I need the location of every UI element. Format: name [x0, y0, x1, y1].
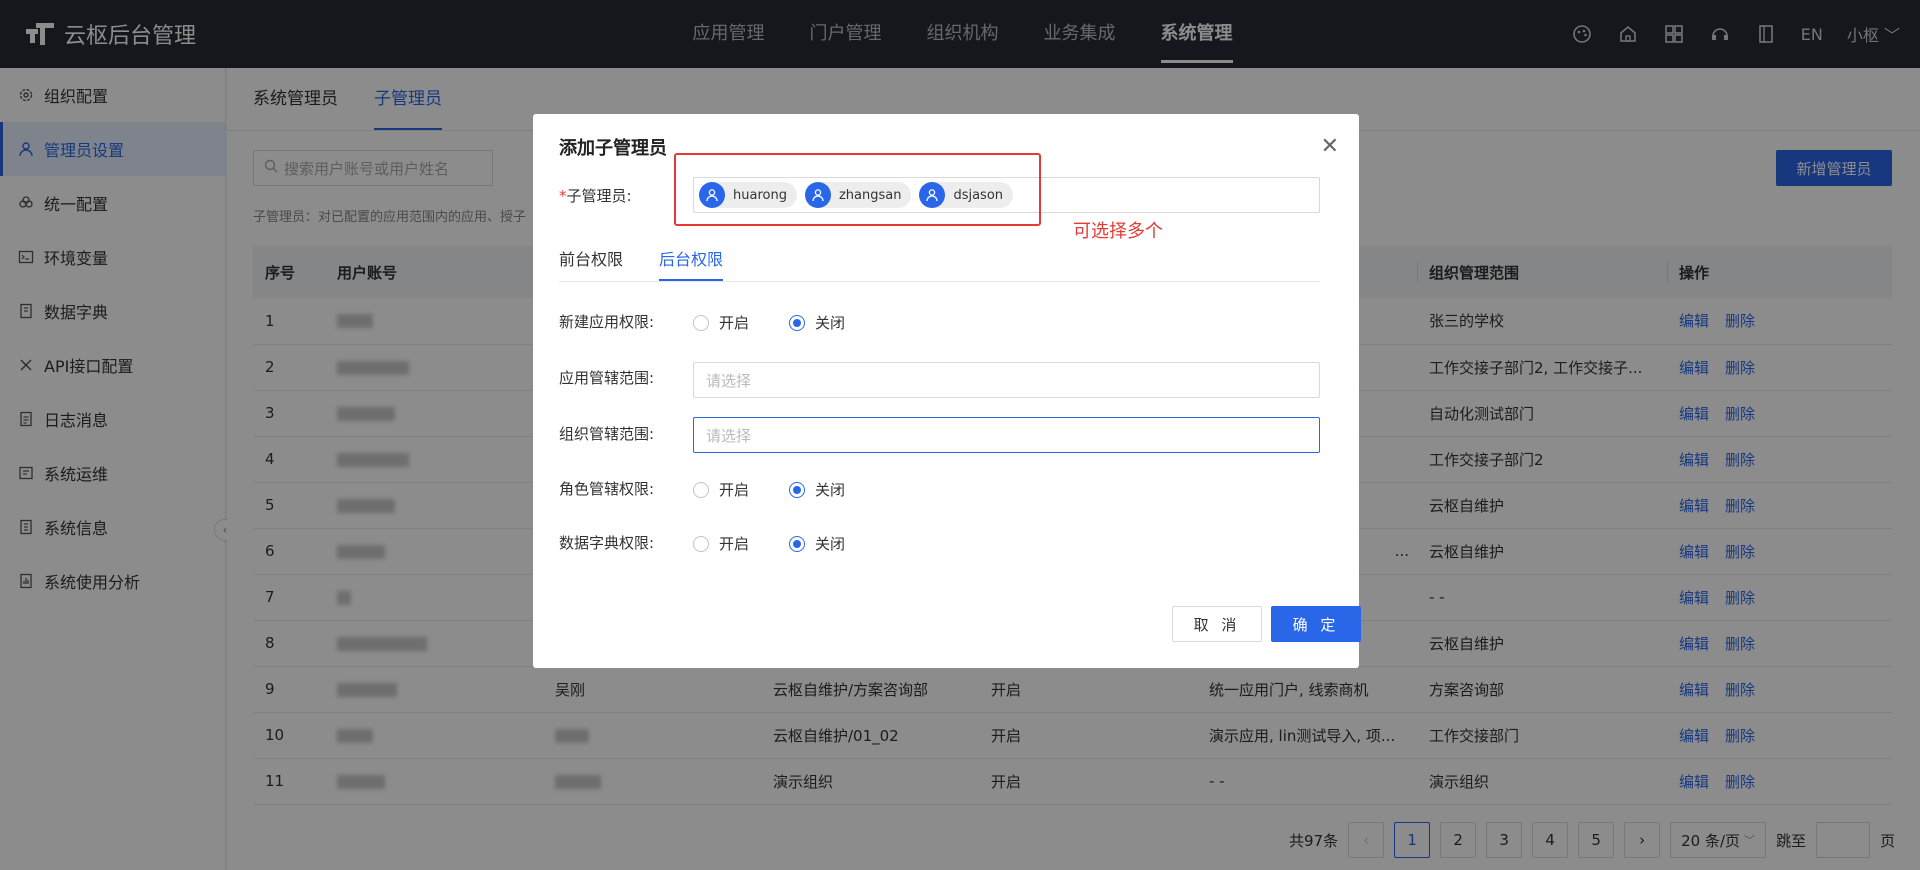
radio-on-label[interactable]: 开启: [719, 479, 749, 500]
radio-on[interactable]: [693, 314, 709, 331]
radio-on[interactable]: [693, 535, 709, 552]
dialog-title: 添加子管理员: [559, 138, 667, 159]
radio-on-label[interactable]: 开启: [719, 533, 749, 554]
add-sub-admin-dialog: 添加子管理员 ✕ *子管理员: huarong zhangsan dsjason…: [533, 114, 1361, 668]
role-perm-radio-group: 开启 关闭: [693, 479, 845, 500]
radio-off-label[interactable]: 关闭: [815, 533, 845, 554]
tab-backend-permission[interactable]: 后台权限: [659, 238, 724, 281]
org-scope-select[interactable]: 请选择: [693, 417, 1320, 453]
radio-on-label[interactable]: 开启: [719, 312, 749, 333]
sub-admin-label: *子管理员:: [559, 187, 632, 205]
close-icon[interactable]: ✕: [1321, 134, 1339, 159]
radio-off-label[interactable]: 关闭: [815, 312, 845, 333]
app-scope-label: 应用管辖范围:: [559, 369, 655, 387]
dict-perm-label: 数据字典权限:: [559, 534, 655, 552]
radio-off[interactable]: [789, 314, 806, 331]
org-scope-label: 组织管辖范围:: [559, 425, 655, 443]
new-app-perm-radio-group: 开启 关闭: [693, 312, 845, 333]
app-scope-select[interactable]: 请选择: [693, 362, 1320, 398]
radio-off-label[interactable]: 关闭: [815, 479, 845, 500]
permission-tabs: 前台权限 后台权限: [559, 238, 1320, 282]
radio-off[interactable]: [789, 481, 806, 498]
confirm-button[interactable]: 确 定: [1271, 606, 1361, 642]
annotation-highlight-box: [674, 153, 1041, 226]
dict-perm-radio-group: 开启 关闭: [693, 533, 845, 554]
tab-frontend-permission[interactable]: 前台权限: [559, 238, 623, 281]
new-app-perm-label: 新建应用权限:: [559, 313, 655, 331]
role-perm-label: 角色管辖权限:: [559, 480, 655, 498]
radio-on[interactable]: [693, 481, 709, 498]
cancel-button[interactable]: 取 消: [1172, 606, 1262, 642]
radio-off[interactable]: [789, 535, 806, 552]
